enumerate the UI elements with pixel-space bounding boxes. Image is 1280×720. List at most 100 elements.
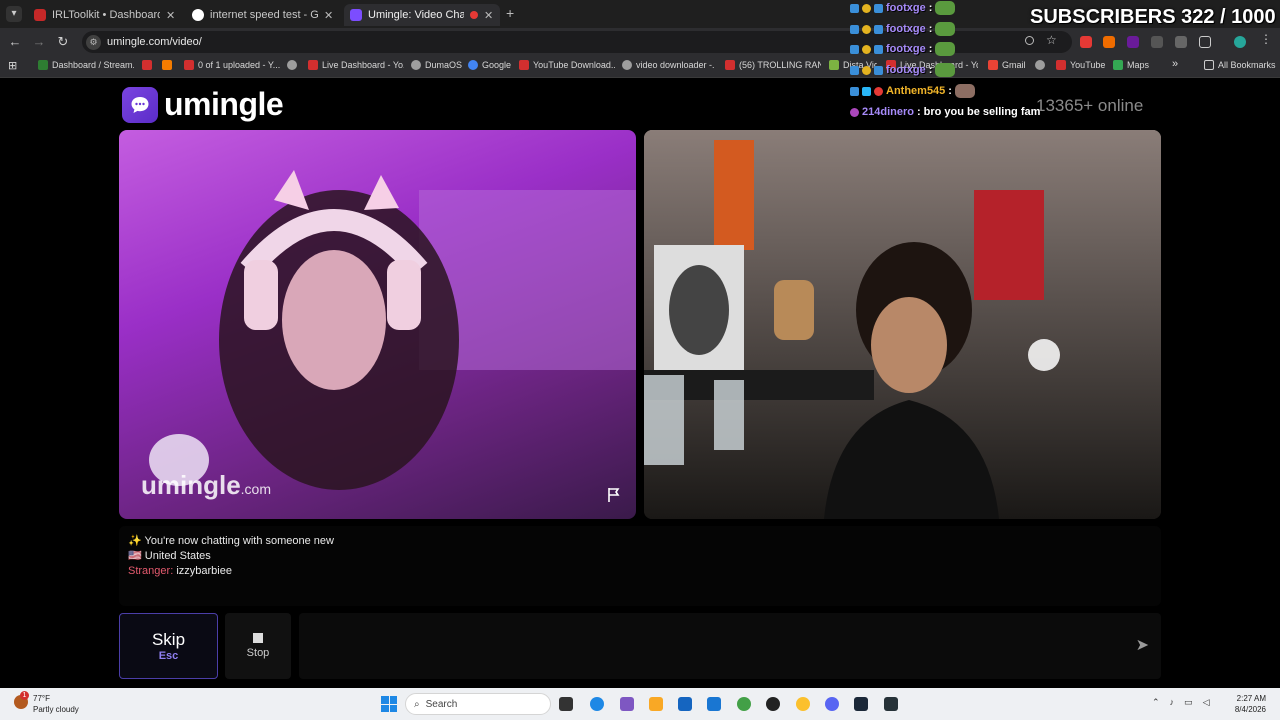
- extension-icon[interactable]: [1175, 36, 1187, 48]
- chat-username: footxge: [886, 43, 926, 55]
- weather-widget[interactable]: 1 77°F Partly cloudy: [14, 691, 79, 715]
- copilot-icon[interactable]: [620, 697, 634, 711]
- close-tab-icon[interactable]: ✕: [484, 9, 494, 22]
- bookmark-item[interactable]: [162, 60, 172, 70]
- extension-icon[interactable]: [1103, 36, 1115, 48]
- weather-text: 77°F Partly cloudy: [33, 693, 79, 715]
- bookmark-label: video downloader -...: [636, 60, 714, 70]
- taskbar-search[interactable]: ⌕ Search: [405, 693, 551, 715]
- recording-icon: [470, 11, 478, 19]
- bookmark-item[interactable]: YouTube: [1056, 60, 1105, 70]
- store-icon[interactable]: [678, 697, 692, 711]
- skip-button[interactable]: Skip Esc: [119, 613, 218, 679]
- search-icon: ⌕: [414, 698, 420, 710]
- bookmark-item[interactable]: Google: [468, 60, 511, 70]
- weather-condition: Partly cloudy: [33, 705, 79, 714]
- extension-icon[interactable]: [1080, 36, 1092, 48]
- temperature: 77°F: [33, 694, 50, 703]
- stop-button[interactable]: Stop: [225, 613, 291, 679]
- new-tab-icon[interactable]: +: [506, 5, 514, 21]
- chat-username: footxge: [886, 23, 926, 35]
- send-icon[interactable]: ➤: [1136, 635, 1149, 655]
- site-info-icon[interactable]: ⚙: [86, 34, 101, 50]
- apps-grid-icon[interactable]: ⊞: [8, 59, 17, 72]
- globe-icon: [411, 60, 421, 70]
- extension-icon[interactable]: [1127, 36, 1139, 48]
- bookmark-item[interactable]: Maps: [1113, 60, 1149, 70]
- file-explorer-icon[interactable]: [649, 697, 663, 711]
- tab-umingle[interactable]: Umingle: Video Chat with S ✕: [344, 4, 500, 26]
- tab-speed-test[interactable]: internet speed test - Google Se ✕: [186, 4, 340, 26]
- chrome-icon[interactable]: [796, 697, 810, 711]
- discord-icon[interactable]: [825, 697, 839, 711]
- profile-avatar[interactable]: [1234, 36, 1246, 48]
- bookmark-item[interactable]: [287, 60, 297, 70]
- bookmark-label: Gmail: [1002, 60, 1026, 70]
- menu-dots-icon[interactable]: ⋮: [1260, 32, 1272, 46]
- globe-icon: [287, 60, 297, 70]
- bookmark-item[interactable]: [1035, 60, 1045, 70]
- obs-icon[interactable]: [766, 697, 780, 711]
- bookmark-item[interactable]: Gmail: [988, 60, 1026, 70]
- all-bookmarks-button[interactable]: All Bookmarks: [1204, 60, 1276, 70]
- site-logo[interactable]: umingle: [122, 86, 284, 123]
- chevron-up-icon[interactable]: ⌃: [1152, 697, 1160, 708]
- extensions-puzzle-icon[interactable]: [1199, 36, 1211, 48]
- bookmark-item[interactable]: 0 of 1 uploaded - Y...: [184, 60, 280, 70]
- overlay-chat-message: footxge :: [850, 63, 956, 77]
- close-tab-icon[interactable]: ✕: [166, 9, 176, 22]
- volume-icon[interactable]: ◁: [1203, 697, 1210, 708]
- bookmark-label: Maps: [1127, 60, 1150, 70]
- badge-icon: [874, 44, 883, 54]
- close-tab-icon[interactable]: ✕: [324, 9, 334, 22]
- reload-icon[interactable]: ↻: [55, 34, 71, 50]
- google-icon: [468, 60, 478, 70]
- app-icon[interactable]: [884, 697, 898, 711]
- skip-label: Skip: [151, 630, 186, 649]
- url-text: umingle.com/video/: [107, 36, 202, 48]
- network-icon[interactable]: ▭: [1184, 697, 1193, 708]
- clock[interactable]: 2:27 AM 8/4/2026: [1226, 693, 1266, 715]
- emote-icon: [954, 84, 975, 98]
- bookmark-item[interactable]: Live Dashboard - Yo...: [308, 60, 404, 70]
- umingle-favicon-icon: [350, 9, 362, 21]
- bookmark-item[interactable]: YouTube Download...: [519, 60, 615, 70]
- outlook-icon[interactable]: [707, 697, 721, 711]
- steam-icon[interactable]: [854, 697, 868, 711]
- bookmark-item[interactable]: DumaOS: [411, 60, 462, 70]
- stranger-country: 🇺🇸 United States: [128, 550, 211, 562]
- forward-icon[interactable]: →: [31, 34, 47, 49]
- extension-icon[interactable]: [1151, 36, 1163, 48]
- notification-badge: 1: [20, 691, 29, 700]
- date: 8/4/2026: [1234, 705, 1266, 714]
- chrome-icon[interactable]: [737, 697, 751, 711]
- stranger-label: Stranger:: [128, 565, 174, 577]
- chat-bubble-icon: [122, 86, 158, 123]
- message-input[interactable]: [299, 613, 1161, 679]
- report-flag-icon[interactable]: [606, 487, 624, 505]
- bookmark-star-icon[interactable]: ☆: [1046, 33, 1058, 47]
- task-view-icon[interactable]: [559, 697, 573, 711]
- microphone-icon[interactable]: ♪: [1170, 697, 1175, 708]
- bookmark-item[interactable]: [142, 60, 152, 70]
- time: 2:27 AM: [1236, 694, 1266, 703]
- gmail-icon: [988, 60, 998, 70]
- chat-username: Anthem545: [886, 85, 946, 97]
- bookmarks-bar: ⊞ Dashboard / Stream... 0 of 1 uploaded …: [0, 56, 1280, 78]
- globe-icon: [1035, 60, 1045, 70]
- skip-shortcut: Esc: [158, 650, 179, 662]
- bookmark-favicon-icon: [38, 60, 48, 70]
- zoom-icon[interactable]: [1025, 36, 1034, 45]
- tab-search-icon[interactable]: ▾: [6, 6, 22, 22]
- umingle-watermark: umingle.com: [141, 470, 271, 501]
- back-icon[interactable]: ←: [7, 34, 23, 49]
- bookmark-label: YouTube Download...: [533, 60, 615, 70]
- bookmark-item[interactable]: video downloader -...: [622, 60, 714, 70]
- tab-irltoolkit[interactable]: IRLToolkit • Dashboard ✕: [28, 4, 182, 26]
- bookmark-item[interactable]: (56) TROLLING RAN...: [725, 60, 821, 70]
- windows-start-icon[interactable]: [381, 696, 397, 712]
- youtube-icon: [184, 60, 194, 70]
- bookmarks-overflow-icon[interactable]: »: [1172, 58, 1178, 70]
- edge-icon[interactable]: [590, 697, 604, 711]
- bookmark-item[interactable]: Dashboard / Stream...: [38, 60, 134, 70]
